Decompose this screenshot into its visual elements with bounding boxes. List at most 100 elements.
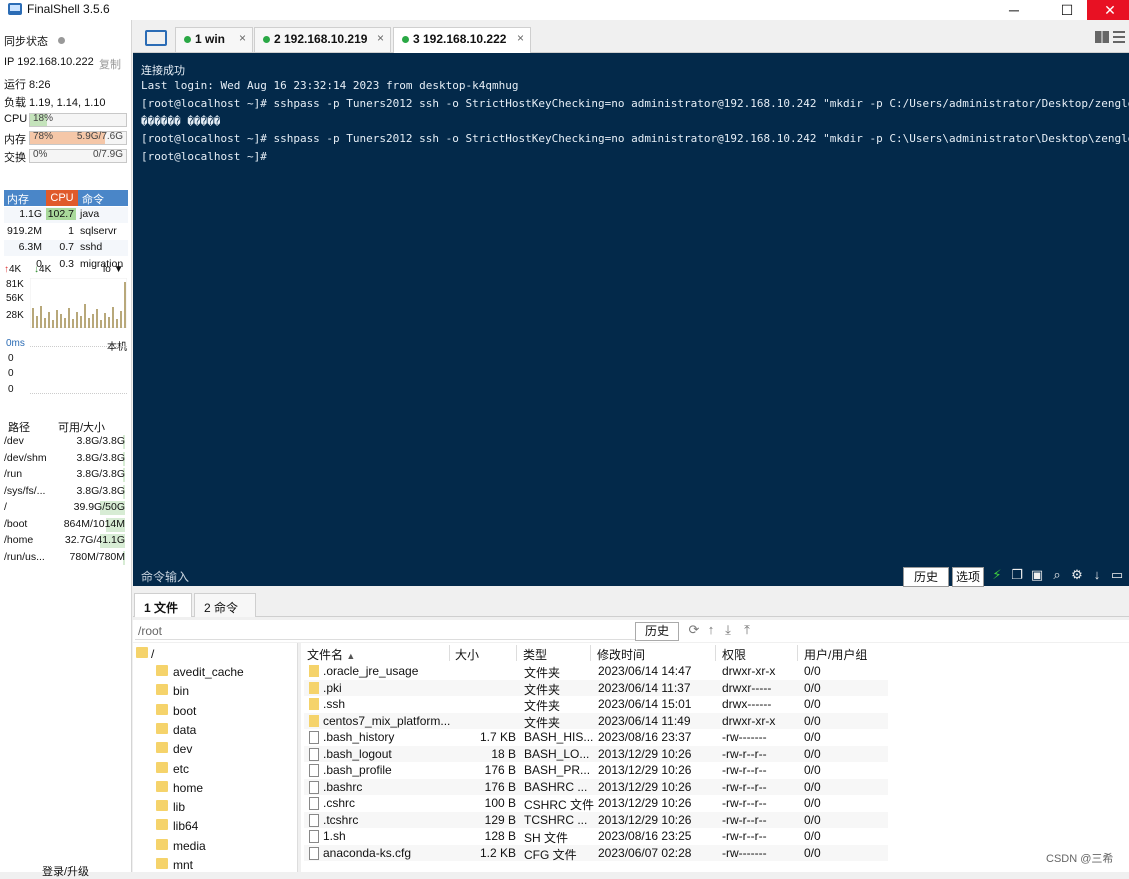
- uptime: 运行 8:26: [4, 79, 51, 91]
- connected-dot-icon: [263, 36, 270, 43]
- file-mtime: 2023/08/16 23:25: [598, 829, 692, 843]
- folder-icon: [156, 819, 168, 831]
- file-row[interactable]: .oracle_jre_usage 文件夹 2023/06/14 14:47 drwx…: [304, 663, 888, 680]
- minimize-button[interactable]: ─: [991, 0, 1037, 20]
- terminal-line: Last login: Wed Aug 16 23:32:14 2023 fro…: [141, 79, 519, 92]
- refresh-icon[interactable]: ⟳: [687, 622, 701, 638]
- disk-row[interactable]: /dev/shm 3.8G/3.8G: [3, 451, 127, 467]
- arrow-down-icon[interactable]: ↓: [1090, 568, 1104, 582]
- file-perm: -rw-r--r--: [722, 746, 767, 761]
- terminal-output[interactable]: 连接成功 Last login: Wed Aug 16 23:32:14 202…: [133, 53, 1129, 585]
- disk-size: 864M/1014M: [63, 517, 125, 530]
- path-history-button[interactable]: 历史: [635, 622, 679, 641]
- col-owner[interactable]: 用户/用户组: [804, 646, 867, 663]
- column-divider[interactable]: [449, 645, 450, 661]
- mem-value: 5.9G/7.6G: [76, 131, 123, 142]
- search-icon[interactable]: ⌕: [1050, 568, 1064, 582]
- disk-row[interactable]: /run/us... 780M/780M: [3, 550, 127, 566]
- tree-item-label: bin: [173, 684, 190, 699]
- folder-icon: [156, 742, 168, 754]
- cpu-label: CPU: [4, 113, 28, 125]
- net-interface-select[interactable]: lo ▼: [103, 264, 123, 275]
- maximize-button[interactable]: ☐: [1044, 0, 1090, 20]
- column-divider[interactable]: [516, 645, 517, 661]
- folder-icon: [309, 681, 319, 694]
- terminal-history-button[interactable]: 历史: [903, 567, 949, 587]
- terminal-options-button[interactable]: 选项: [952, 567, 984, 587]
- disk-row[interactable]: /sys/fs/... 3.8G/3.8G: [3, 484, 127, 500]
- login-upgrade-button[interactable]: 登录/升级: [42, 863, 89, 879]
- file-owner: 0/0: [804, 763, 821, 777]
- open-folder-icon[interactable]: [145, 30, 167, 46]
- file-row[interactable]: .bash_logout 18 B BASH_LO... 2013/12/29 10:…: [304, 745, 888, 762]
- folder-icon: [156, 800, 168, 812]
- lightning-icon[interactable]: ⚡: [990, 568, 1004, 582]
- tab-commands[interactable]: 2 命令: [194, 593, 256, 617]
- file-row[interactable]: .bashrc 176 B BASHRC ... 2013/12/29 10:26 -r…: [304, 778, 888, 795]
- layout-grid-icon[interactable]: [1095, 31, 1109, 43]
- folder-icon: [156, 780, 168, 792]
- file-row[interactable]: .bash_history 1.7 KB BASH_HIS... 2023/08/16…: [304, 729, 888, 745]
- tab-files[interactable]: 1 文件: [134, 593, 192, 617]
- proc-cmd: java: [80, 208, 100, 220]
- copy-ip-button[interactable]: 复制: [99, 56, 121, 72]
- gear-icon[interactable]: ⚙: [1070, 568, 1084, 582]
- file-row[interactable]: anaconda-ks.cfg 1.2 KB CFG 文件 2023/06/07 02…: [304, 844, 888, 862]
- col-size[interactable]: 大小: [455, 646, 479, 663]
- paste-icon[interactable]: ▣: [1030, 568, 1044, 582]
- disk-row[interactable]: /boot 864M/1014M: [3, 517, 127, 533]
- maximize-panel-icon[interactable]: ▭: [1110, 568, 1124, 582]
- folder-icon: [156, 684, 168, 696]
- proc-header-mem[interactable]: 内存: [7, 191, 29, 207]
- col-mtime[interactable]: 修改时间: [597, 646, 645, 663]
- column-divider[interactable]: [590, 645, 591, 661]
- file-row[interactable]: .ssh 文件夹 2023/06/14 15:01 drwx------ 0/0: [304, 696, 888, 713]
- disk-row[interactable]: /dev 3.8G/3.8G: [3, 434, 127, 450]
- column-divider[interactable]: [797, 645, 798, 661]
- proc-header-cpu[interactable]: CPU: [46, 190, 78, 206]
- upload-icon[interactable]: ⤒: [740, 622, 754, 638]
- file-perm: drwxr-----: [722, 680, 772, 695]
- col-filename[interactable]: 文件名 ▲: [307, 646, 355, 663]
- process-row[interactable]: 919.2M 1 sqlservr: [4, 224, 128, 240]
- close-tab-icon[interactable]: ×: [239, 31, 246, 45]
- disk-row[interactable]: / 39.9G/50G: [3, 500, 127, 516]
- col-perm[interactable]: 权限: [722, 646, 746, 663]
- file-row[interactable]: .cshrc 100 B CSHRC 文件 2013/12/29 10:26 -rw-r…: [304, 795, 888, 812]
- file-perm: drwx------: [722, 697, 772, 711]
- file-row[interactable]: 1.sh 128 B SH 文件 2023/08/16 23:25 -rw-r--r--…: [304, 828, 888, 845]
- file-perm: -rw-r--r--: [722, 763, 767, 777]
- file-name: .bash_logout: [323, 746, 392, 761]
- path-input[interactable]: [135, 622, 639, 640]
- file-row[interactable]: .pki 文件夹 2023/06/14 11:37 drwxr----- 0/0: [304, 679, 888, 697]
- file-mtime: 2023/06/07 02:28: [598, 845, 692, 860]
- column-divider[interactable]: [715, 645, 716, 661]
- folder-icon: [309, 665, 319, 677]
- close-tab-icon[interactable]: ×: [377, 31, 384, 45]
- process-row[interactable]: 6.3M 0.7 sshd: [4, 240, 128, 256]
- file-row[interactable]: .bash_profile 176 B BASH_PR... 2013/12/29 1…: [304, 762, 888, 778]
- disk-row[interactable]: /run 3.8G/3.8G: [3, 467, 127, 483]
- swap-label: 交换: [4, 152, 26, 164]
- process-row[interactable]: 1.1G 102.7 java: [4, 207, 128, 223]
- tab-192-168-10-222[interactable]: 3 192.168.10.222 ×: [393, 27, 531, 53]
- go-up-icon[interactable]: ↑: [704, 622, 718, 638]
- disk-row[interactable]: /home 32.7G/41.1G: [3, 533, 127, 549]
- proc-header-cmd[interactable]: 命令: [82, 191, 104, 207]
- close-tab-icon[interactable]: ×: [517, 31, 524, 45]
- tab-win[interactable]: 1 win ×: [175, 27, 253, 52]
- file-mtime: 2013/12/29 10:26: [598, 779, 692, 794]
- file-owner: 0/0: [804, 680, 821, 695]
- file-row[interactable]: .tcshrc 129 B TCSHRC ... 2013/12/29 10:26 -r…: [304, 811, 888, 828]
- file-size: 176 B: [484, 763, 516, 777]
- download-icon[interactable]: ⤓: [721, 622, 735, 638]
- folder-icon: [156, 838, 168, 850]
- file-row[interactable]: centos7_mix_platform... 文件夹 2023/06/14 11:…: [304, 712, 888, 730]
- file-perm: -rw-r--r--: [722, 812, 767, 827]
- tab-192-168-10-219[interactable]: 2 192.168.10.219 ×: [254, 27, 391, 52]
- title-bar: [0, 0, 1129, 20]
- close-button[interactable]: ✕: [1087, 0, 1129, 20]
- copy-icon[interactable]: ❐: [1010, 568, 1024, 582]
- menu-icon[interactable]: [1113, 31, 1125, 43]
- col-type[interactable]: 类型: [523, 646, 547, 663]
